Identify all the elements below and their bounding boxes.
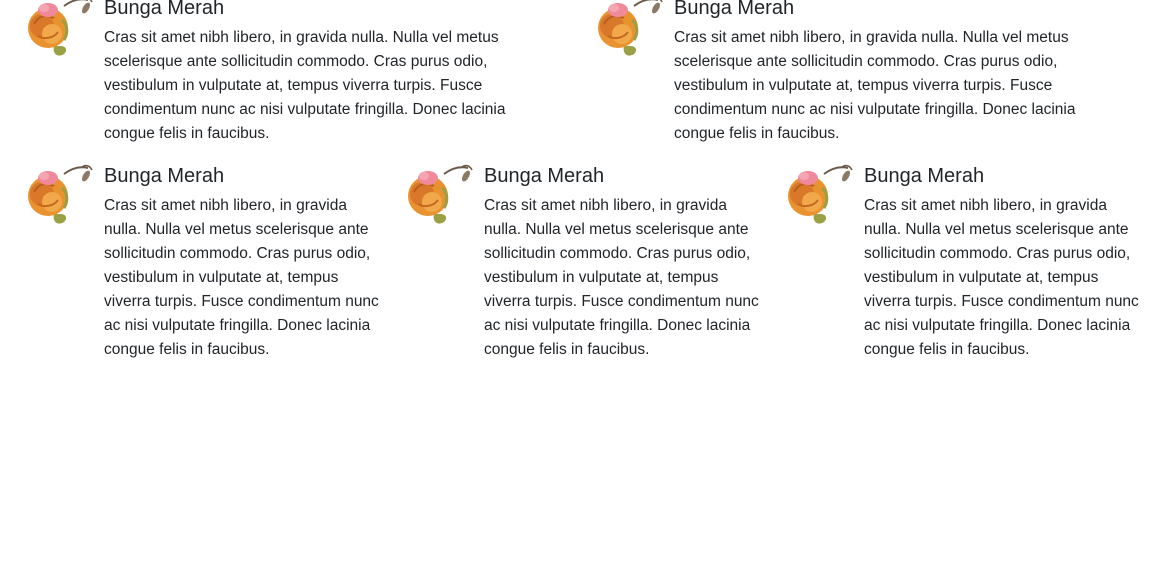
rose-image-icon [24, 164, 94, 230]
media-title: Bunga Merah [484, 165, 605, 187]
media-item: Bunga Merah Cras sit amet nibh libero, i… [784, 164, 1139, 362]
media-item: Bunga Merah Cras sit amet nibh libero, i… [24, 164, 379, 362]
rose-image-icon [784, 164, 854, 230]
media-item: Bunga Merah Cras sit amet nibh libero, i… [594, 0, 1114, 146]
rose-image-icon [404, 164, 474, 230]
media-title: Bunga Merah [104, 165, 225, 187]
media-title: Bunga Merah [864, 165, 985, 187]
media-body: Bunga Merah Cras sit amet nibh libero, i… [674, 0, 1114, 146]
media-title: Bunga Merah [674, 0, 795, 19]
media-text: Cras sit amet nibh libero, in gravida nu… [484, 197, 759, 358]
media-body: Bunga Merah Cras sit amet nibh libero, i… [104, 0, 544, 146]
rose-image-icon [594, 0, 664, 62]
media-body: Bunga Merah Cras sit amet nibh libero, i… [484, 164, 759, 362]
media-item: Bunga Merah Cras sit amet nibh libero, i… [404, 164, 759, 362]
media-text: Cras sit amet nibh libero, in gravida nu… [674, 29, 1076, 142]
media-body: Bunga Merah Cras sit amet nibh libero, i… [104, 164, 379, 362]
media-text: Cras sit amet nibh libero, in gravida nu… [864, 197, 1139, 358]
media-title: Bunga Merah [104, 0, 225, 19]
media-body: Bunga Merah Cras sit amet nibh libero, i… [864, 164, 1139, 362]
rose-image-icon [24, 0, 94, 62]
media-text: Cras sit amet nibh libero, in gravida nu… [104, 29, 506, 142]
media-text: Cras sit amet nibh libero, in gravida nu… [104, 197, 379, 358]
media-item: Bunga Merah Cras sit amet nibh libero, i… [24, 0, 544, 146]
